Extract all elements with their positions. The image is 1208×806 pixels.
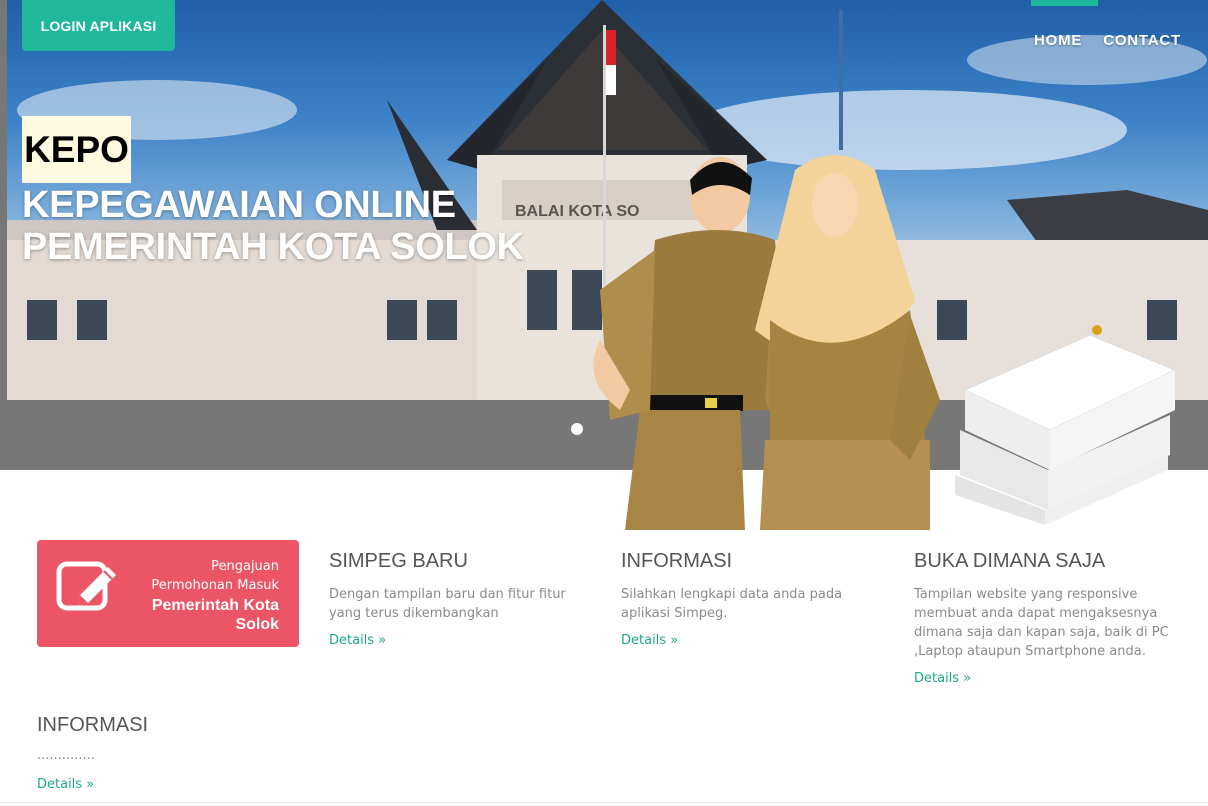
- document-stack-icon: [955, 325, 1177, 525]
- nav-home[interactable]: HOME: [1034, 32, 1082, 49]
- info-details-link[interactable]: Details »: [37, 777, 148, 792]
- login-app-button[interactable]: LOGIN APLIKASI: [22, 0, 175, 51]
- details-link[interactable]: Details »: [621, 633, 889, 648]
- column-title: BUKA DIMANA SAJA: [914, 550, 1106, 572]
- feature-line-4: Solok: [235, 616, 279, 633]
- hero-badge: KEPO: [22, 116, 131, 183]
- info-section: INFORMASI .............. Details »: [37, 714, 148, 792]
- info-title: INFORMASI: [37, 714, 149, 736]
- nav-contact[interactable]: CONTACT: [1103, 32, 1181, 49]
- application-feature-card[interactable]: Pengajuan Permohonan Masuk Pemerintah Ko…: [37, 540, 299, 647]
- column-buka-dimana-saja: BUKA DIMANA SAJA Tampilan website yang r…: [914, 550, 1176, 686]
- edit-icon: [56, 559, 122, 617]
- feature-line-3: Pemerintah Kota: [151, 597, 279, 614]
- column-simpeg-baru: SIMPEG BARU Dengan tampilan baru dan fit…: [329, 550, 597, 648]
- details-link[interactable]: Details »: [329, 633, 597, 648]
- feature-line-2: Permohonan Masuk: [151, 578, 279, 593]
- civil-servants-illustration: [593, 155, 1177, 530]
- main-nav: HOME CONTACT: [1034, 32, 1181, 49]
- column-title: INFORMASI: [621, 550, 733, 572]
- hero-title-line1: KEPEGAWAIAN ONLINE: [22, 184, 456, 226]
- column-title: SIMPEG BARU: [329, 550, 468, 572]
- feature-title: Pemerintah Kota Solok: [119, 596, 279, 634]
- feature-subtitle: Pengajuan Permohonan Masuk: [119, 557, 279, 595]
- footer-divider: [0, 802, 1208, 803]
- feature-line-1: Pengajuan: [211, 559, 279, 574]
- nav-active-indicator: [1031, 0, 1098, 6]
- hero-title-line2: PEMERINTAH KOTA SOLOK: [22, 226, 524, 268]
- column-text: Dengan tampilan baru dan fitur fitur yan…: [329, 587, 566, 621]
- info-placeholder-text: ..............: [37, 748, 95, 763]
- hero-title: KEPEGAWAIAN ONLINE PEMERINTAH KOTA SOLOK: [22, 184, 524, 268]
- column-text: Tampilan website yang responsive membuat…: [914, 587, 1169, 659]
- details-link[interactable]: Details »: [914, 671, 1176, 686]
- column-text: Silahkan lengkapi data anda pada aplikas…: [621, 587, 843, 621]
- column-informasi: INFORMASI Silahkan lengkapi data anda pa…: [621, 550, 889, 648]
